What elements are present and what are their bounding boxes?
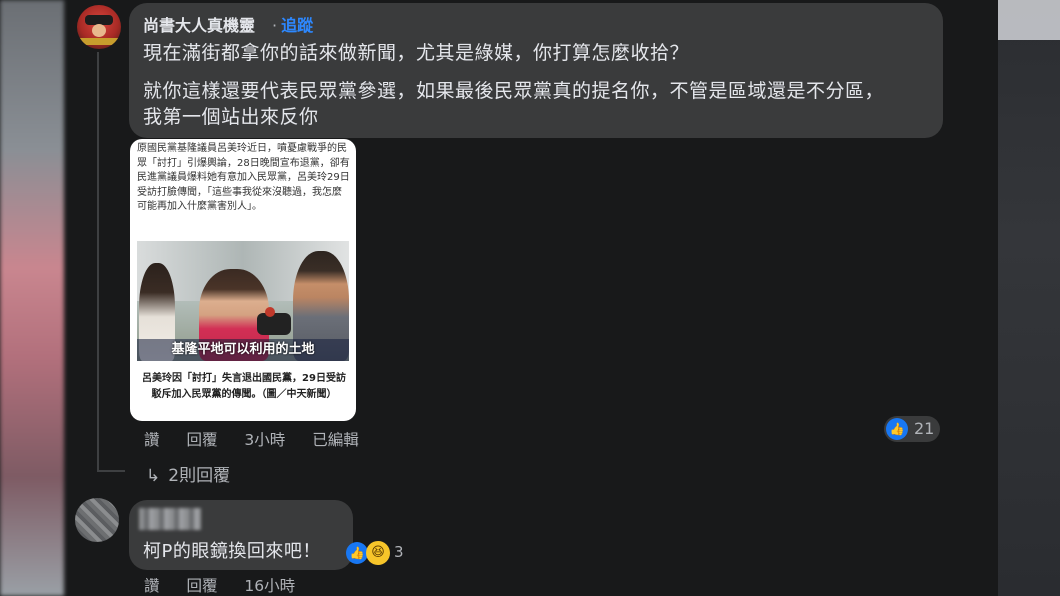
haha-icon: 😆 xyxy=(366,541,390,565)
blurred-right-highlight xyxy=(998,0,1060,40)
thread-line xyxy=(97,52,99,470)
avatar-band xyxy=(77,38,121,45)
thumbs-up-icon: 👍 xyxy=(346,542,368,564)
like-button[interactable]: 讚 xyxy=(144,577,160,595)
reaction-count: 21 xyxy=(914,419,935,438)
comment-text-line: 就你這樣還要代表民眾黨參選，如果最後民眾黨真的提名你，不管是區域還是不分區， xyxy=(143,80,885,102)
view-replies-link[interactable]: ↳ 2則回覆 xyxy=(146,461,230,486)
reaction-summary[interactable]: 👍 21 xyxy=(884,416,940,442)
thumbs-up-icon: 👍 xyxy=(886,418,908,440)
reaction-count: 3 xyxy=(394,543,404,561)
news-photo: 基隆平地可以利用的土地 xyxy=(137,241,349,361)
comment-text-line: 現在滿街都拿你的話來做新聞，尤其是綠媒，你打算怎麼收拾？ xyxy=(143,42,690,64)
reply-button[interactable]: 回覆 xyxy=(186,431,217,449)
timestamp[interactable]: 3小時 xyxy=(244,431,285,449)
photo-microphones xyxy=(257,313,291,335)
avatar-face xyxy=(92,24,106,37)
comment-author[interactable]: 尚書大人真機靈 xyxy=(143,12,255,36)
commenter-avatar[interactable] xyxy=(77,5,121,49)
follow-button[interactable]: · 追蹤 xyxy=(272,12,313,36)
comment-author-blurred[interactable] xyxy=(139,508,201,530)
comment-actions: 讚 回覆 16小時 xyxy=(144,574,317,596)
reply-arrow-icon: ↳ xyxy=(146,466,161,486)
replies-label[interactable]: 2則回覆 xyxy=(168,466,230,486)
news-caption: 呂美玲因「討打」失言退出國民黨，29日受訪駁斥加入民眾黨的傳聞。（圖／中天新聞） xyxy=(142,373,346,400)
comment-text-line: 我第一個站出來反你 xyxy=(143,106,319,128)
comment-text-line: 柯P的眼鏡換回來吧！ xyxy=(143,541,321,562)
timestamp[interactable]: 16小時 xyxy=(244,577,295,595)
blurred-left-edge xyxy=(0,0,64,596)
like-button[interactable]: 讚 xyxy=(144,431,160,449)
news-subtitle: 基隆平地可以利用的土地 xyxy=(137,339,349,361)
comment-actions: 讚 回覆 3小時 已編輯 xyxy=(144,428,381,450)
news-screenshot-image[interactable]: 原國民黨基隆議員呂美玲近日，噴憂慮戰爭的民眾「討打」引爆輿論，28日晚間宣布退黨… xyxy=(130,139,356,421)
reaction-summary[interactable]: 👍 😆 3 xyxy=(344,540,412,566)
photo-microphone-red xyxy=(265,307,275,317)
reply-button[interactable]: 回覆 xyxy=(186,577,217,595)
separator-dot: · xyxy=(272,16,278,35)
commenter-avatar-blurred[interactable] xyxy=(75,498,119,542)
edited-label[interactable]: 已編輯 xyxy=(312,431,359,449)
follow-label[interactable]: 追蹤 xyxy=(281,16,313,35)
blurred-right-edge xyxy=(998,0,1060,596)
news-article-text: 原國民黨基隆議員呂美玲近日，噴憂慮戰爭的民眾「討打」引爆輿論，28日晚間宣布退黨… xyxy=(137,143,350,212)
thread-line-branch xyxy=(97,470,125,472)
